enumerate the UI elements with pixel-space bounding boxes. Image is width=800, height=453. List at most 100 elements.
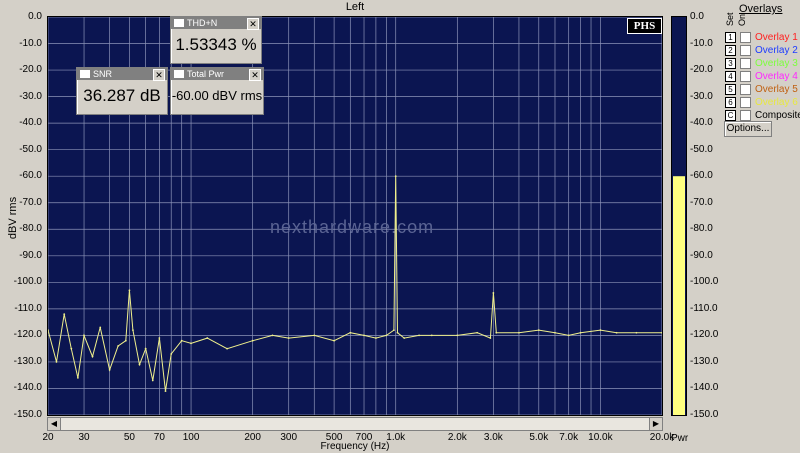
overlay-set-button[interactable]: 1 <box>725 32 736 43</box>
total-pwr-value: -60.00 dBV rms <box>171 88 263 103</box>
data-point <box>418 334 420 337</box>
data-point <box>128 289 131 292</box>
y-tick-label: -140.0 <box>13 382 42 394</box>
data-point <box>151 379 154 382</box>
y-tick-label: -100.0 <box>13 276 42 288</box>
thd-meter-window[interactable]: THD+N ✕ 1.53343 % <box>170 16 262 64</box>
overlay-checkbox[interactable] <box>740 71 751 82</box>
power-meter-svg <box>673 176 685 415</box>
y-tick-label: -130.0 <box>13 355 42 367</box>
snr-title: SNR <box>93 69 113 79</box>
overlay-row[interactable]: 4 Overlay 4 <box>725 70 800 83</box>
overlay-label: Overlay 3 <box>755 58 798 69</box>
y-tick-label-right: -120.0 <box>690 329 719 341</box>
overlay-checkbox[interactable] <box>740 110 751 121</box>
data-point <box>138 363 141 366</box>
data-point <box>615 331 618 334</box>
overlay-checkbox[interactable] <box>740 32 751 43</box>
data-point <box>456 334 459 337</box>
close-icon[interactable]: ✕ <box>153 69 165 81</box>
y-tick-label-right: -50.0 <box>690 143 713 155</box>
data-point <box>495 331 498 334</box>
overlay-label: Composite <box>755 110 800 121</box>
scroll-left-button[interactable]: ◀ <box>48 418 61 430</box>
data-point <box>190 342 192 345</box>
data-point <box>164 390 167 393</box>
y-tick-label-right: -110.0 <box>690 302 718 314</box>
y-tick-label-right: -60.0 <box>690 170 713 182</box>
data-point <box>393 329 395 331</box>
y-tick-label-right: 0.0 <box>690 11 704 22</box>
data-point <box>48 329 49 331</box>
overlay-label: Overlay 6 <box>755 97 798 108</box>
y-tick-label: -80.0 <box>19 223 42 235</box>
spectrum-trace <box>48 176 662 392</box>
total-pwr-title: Total Pwr <box>187 69 225 79</box>
overlay-checkbox[interactable] <box>740 58 751 69</box>
data-point <box>124 339 127 342</box>
data-point <box>226 347 228 350</box>
options-button[interactable]: Options... <box>724 121 772 137</box>
data-point <box>635 331 638 334</box>
data-point <box>144 347 147 350</box>
overlay-row[interactable]: 2 Overlay 2 <box>725 44 800 57</box>
close-icon[interactable]: ✕ <box>249 69 261 81</box>
y-tick-label: -150.0 <box>13 409 42 420</box>
overlay-set-button[interactable]: 5 <box>725 84 736 95</box>
overlay-checkbox[interactable] <box>740 84 751 95</box>
overlay-set-button[interactable]: C <box>725 110 736 121</box>
overlay-label: Overlay 2 <box>755 45 798 56</box>
y-tick-label-right: -90.0 <box>690 249 713 261</box>
y-tick-label-right: -100.0 <box>690 276 719 288</box>
x-tick-label: 2.0k <box>447 432 467 443</box>
data-point <box>83 334 85 337</box>
overlay-row[interactable]: 6 Overlay 6 <box>725 96 800 109</box>
data-point <box>349 331 352 334</box>
data-point <box>206 337 209 339</box>
data-point <box>492 292 495 294</box>
power-meter-fill <box>673 176 685 415</box>
meter-icon <box>174 70 184 78</box>
overlay-row[interactable]: 1 Overlay 1 <box>725 31 800 44</box>
overlay-checkbox[interactable] <box>740 97 751 108</box>
y-tick-label-right: -150.0 <box>690 409 719 420</box>
overlay-set-button[interactable]: 3 <box>725 58 736 69</box>
data-point <box>313 334 316 337</box>
data-point <box>374 337 377 339</box>
overlay-set-button[interactable]: 2 <box>725 45 736 56</box>
y-tick-label: -20.0 <box>19 64 42 76</box>
overlay-set-button[interactable]: 6 <box>725 97 736 108</box>
set-label: Set <box>725 12 735 26</box>
data-point <box>117 345 119 347</box>
y-tick-label: -90.0 <box>19 249 42 261</box>
y-tick-label: -70.0 <box>19 196 42 208</box>
data-point <box>132 329 134 331</box>
data-point <box>251 339 254 342</box>
y-tick-label-right: -10.0 <box>690 37 713 49</box>
close-icon[interactable]: ✕ <box>247 18 259 30</box>
overlay-checkbox[interactable] <box>740 45 751 56</box>
y-tick-label: -30.0 <box>19 90 42 102</box>
data-point <box>108 368 111 371</box>
x-tick-label: 20 <box>42 432 54 443</box>
thd-title: THD+N <box>187 18 218 28</box>
data-point <box>396 331 399 334</box>
data-point <box>170 353 173 355</box>
y-tick-label: -60.0 <box>19 170 42 182</box>
data-point <box>63 313 66 316</box>
y-tick-label-right: -70.0 <box>690 196 713 208</box>
snr-meter-window[interactable]: SNR ✕ 36.287 dB <box>76 67 168 115</box>
meter-icon <box>174 19 184 27</box>
x-tick-label: 100 <box>182 432 200 443</box>
total-pwr-meter-window[interactable]: Total Pwr ✕ -60.00 dBV rms <box>170 67 264 115</box>
overlay-set-button[interactable]: 4 <box>725 71 736 82</box>
data-point <box>77 376 79 379</box>
data-point <box>489 337 492 339</box>
scroll-right-button[interactable]: ▶ <box>649 418 662 430</box>
data-point <box>554 331 556 334</box>
data-point <box>537 329 540 331</box>
overlay-row[interactable]: 3 Overlay 3 <box>725 57 800 70</box>
overlay-row[interactable]: 5 Overlay 5 <box>725 83 800 96</box>
x-tick-label: 1.0k <box>386 432 406 443</box>
horizontal-scrollbar[interactable]: ◀ ▶ <box>47 417 663 431</box>
